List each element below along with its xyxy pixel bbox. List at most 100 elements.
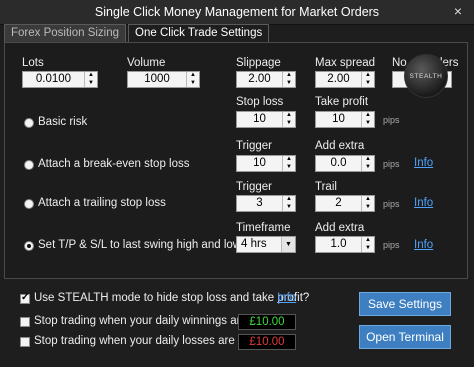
up-arrow-icon[interactable]: ▲ [362, 237, 374, 245]
slippage-input[interactable]: 2.00 ▲ ▼ [236, 71, 296, 88]
pips-label: pips [383, 159, 400, 169]
basic-risk-radio[interactable] [24, 118, 34, 128]
be-trigger-value: 10 [253, 157, 266, 169]
be-trigger-input[interactable]: 10 ▲ ▼ [236, 155, 296, 172]
max-spread-stepper[interactable]: ▲ ▼ [361, 72, 374, 87]
save-settings-button[interactable]: Save Settings [359, 292, 451, 316]
pips-label: pips [383, 199, 400, 209]
up-arrow-icon[interactable]: ▲ [283, 196, 295, 204]
trail-trigger-label: Trigger [236, 181, 272, 193]
open-terminal-button[interactable]: Open Terminal [359, 325, 451, 349]
winnings-value-field[interactable]: £10.00 [238, 314, 296, 330]
down-arrow-icon[interactable]: ▼ [283, 120, 295, 128]
down-arrow-icon[interactable]: ▼ [362, 164, 374, 172]
down-arrow-icon[interactable]: ▼ [362, 204, 374, 212]
swing-radio[interactable] [24, 241, 34, 251]
volume-value: 1000 [144, 73, 170, 85]
timeframe-value: 4 hrs [241, 238, 267, 250]
up-arrow-icon[interactable]: ▲ [85, 72, 97, 80]
swing-label: Set T/P & S/L to last swing high and low [38, 239, 242, 251]
up-arrow-icon[interactable]: ▲ [283, 156, 295, 164]
max-spread-label: Max spread [315, 57, 376, 69]
stealth-info-link[interactable]: Info [277, 292, 296, 304]
down-arrow-icon[interactable]: ▼ [362, 245, 374, 253]
be-trigger-label: Trigger [236, 140, 272, 152]
slippage-stepper[interactable]: ▲ ▼ [282, 72, 295, 87]
trail-stepper[interactable]: ▲ ▼ [361, 196, 374, 211]
down-arrow-icon[interactable]: ▼ [283, 204, 295, 212]
volume-label: Volume [127, 57, 166, 69]
close-icon[interactable]: × [450, 3, 466, 19]
take-profit-stepper[interactable]: ▲ ▼ [361, 112, 374, 127]
take-profit-value: 10 [332, 113, 345, 125]
trailing-radio[interactable] [24, 199, 34, 209]
break-even-label: Attach a break-even stop loss [38, 158, 190, 170]
up-arrow-icon[interactable]: ▲ [187, 72, 199, 80]
slippage-value: 2.00 [248, 73, 271, 85]
be-trigger-stepper[interactable]: ▲ ▼ [282, 156, 295, 171]
trailing-info-link[interactable]: Info [414, 197, 433, 209]
tab-forex-position-sizing[interactable]: Forex Position Sizing [4, 24, 127, 42]
title-bar: Single Click Money Management for Market… [0, 0, 474, 25]
volume-input[interactable]: 1000 ▲ ▼ [127, 71, 200, 88]
stop-loss-label: Stop loss [236, 96, 284, 108]
up-arrow-icon[interactable]: ▲ [283, 72, 295, 80]
max-spread-input[interactable]: 2.00 ▲ ▼ [315, 71, 375, 88]
be-add-extra-input[interactable]: 0.0 ▲ ▼ [315, 155, 375, 172]
trailing-label: Attach a trailing stop loss [38, 197, 166, 209]
trail-label: Trail [315, 181, 337, 193]
stop-losses-label: Stop trading when your daily losses are [34, 335, 235, 347]
stop-winnings-label: Stop trading when your daily winnings ar… [34, 315, 247, 327]
tab-one-click-trade-settings[interactable]: One Click Trade Settings [128, 24, 270, 42]
down-arrow-icon[interactable]: ▼ [283, 80, 295, 88]
max-spread-value: 2.00 [327, 73, 350, 85]
dropdown-arrow-icon[interactable]: ▼ [281, 237, 295, 252]
trail-trigger-input[interactable]: 3 ▲ ▼ [236, 195, 296, 212]
be-add-extra-value: 0.0 [330, 157, 347, 169]
trail-value: 2 [335, 197, 342, 209]
break-even-radio[interactable] [24, 160, 34, 170]
break-even-info-link[interactable]: Info [414, 157, 433, 169]
be-add-extra-stepper[interactable]: ▲ ▼ [361, 156, 374, 171]
up-arrow-icon[interactable]: ▲ [362, 72, 374, 80]
trail-input[interactable]: 2 ▲ ▼ [315, 195, 375, 212]
timeframe-select[interactable]: 4 hrs ▼ [236, 236, 296, 253]
down-arrow-icon[interactable]: ▼ [187, 80, 199, 88]
stealth-logo: STEALTH [404, 54, 448, 98]
swing-add-extra-label: Add extra [315, 222, 365, 234]
stop-losses-checkbox[interactable] [20, 337, 30, 347]
stealth-logo-text: STEALTH [409, 72, 443, 80]
down-arrow-icon[interactable]: ▼ [85, 80, 97, 88]
swing-info-link[interactable]: Info [414, 239, 433, 251]
pips-label: pips [383, 240, 400, 250]
tab-bar: Forex Position Sizing One Click Trade Se… [4, 24, 271, 42]
stealth-mode-checkbox[interactable] [20, 292, 30, 304]
lots-value: 0.0100 [35, 73, 72, 85]
window-title: Single Click Money Management for Market… [94, 5, 380, 19]
up-arrow-icon[interactable]: ▲ [362, 156, 374, 164]
down-arrow-icon[interactable]: ▼ [362, 120, 374, 128]
up-arrow-icon[interactable]: ▲ [283, 112, 295, 120]
timeframe-label: Timeframe [236, 222, 291, 234]
be-add-extra-label: Add extra [315, 140, 365, 152]
stop-loss-stepper[interactable]: ▲ ▼ [282, 112, 295, 127]
up-arrow-icon[interactable]: ▲ [362, 112, 374, 120]
lots-label: Lots [22, 57, 44, 69]
lots-stepper[interactable]: ▲ ▼ [84, 72, 97, 87]
up-arrow-icon[interactable]: ▲ [362, 196, 374, 204]
stealth-mode-label: Use STEALTH mode to hide stop loss and t… [34, 292, 310, 304]
stop-loss-input[interactable]: 10 ▲ ▼ [236, 111, 296, 128]
swing-add-extra-stepper[interactable]: ▲ ▼ [361, 237, 374, 252]
stop-winnings-checkbox[interactable] [20, 317, 30, 327]
volume-stepper[interactable]: ▲ ▼ [186, 72, 199, 87]
take-profit-input[interactable]: 10 ▲ ▼ [315, 111, 375, 128]
stop-loss-value: 10 [253, 113, 266, 125]
losses-value-field[interactable]: £10.00 [238, 334, 296, 350]
swing-add-extra-input[interactable]: 1.0 ▲ ▼ [315, 236, 375, 253]
lots-input[interactable]: 0.0100 ▲ ▼ [22, 71, 98, 88]
down-arrow-icon[interactable]: ▼ [362, 80, 374, 88]
trail-trigger-value: 3 [256, 197, 263, 209]
down-arrow-icon[interactable]: ▼ [283, 164, 295, 172]
slippage-label: Slippage [236, 57, 281, 69]
trail-trigger-stepper[interactable]: ▲ ▼ [282, 196, 295, 211]
